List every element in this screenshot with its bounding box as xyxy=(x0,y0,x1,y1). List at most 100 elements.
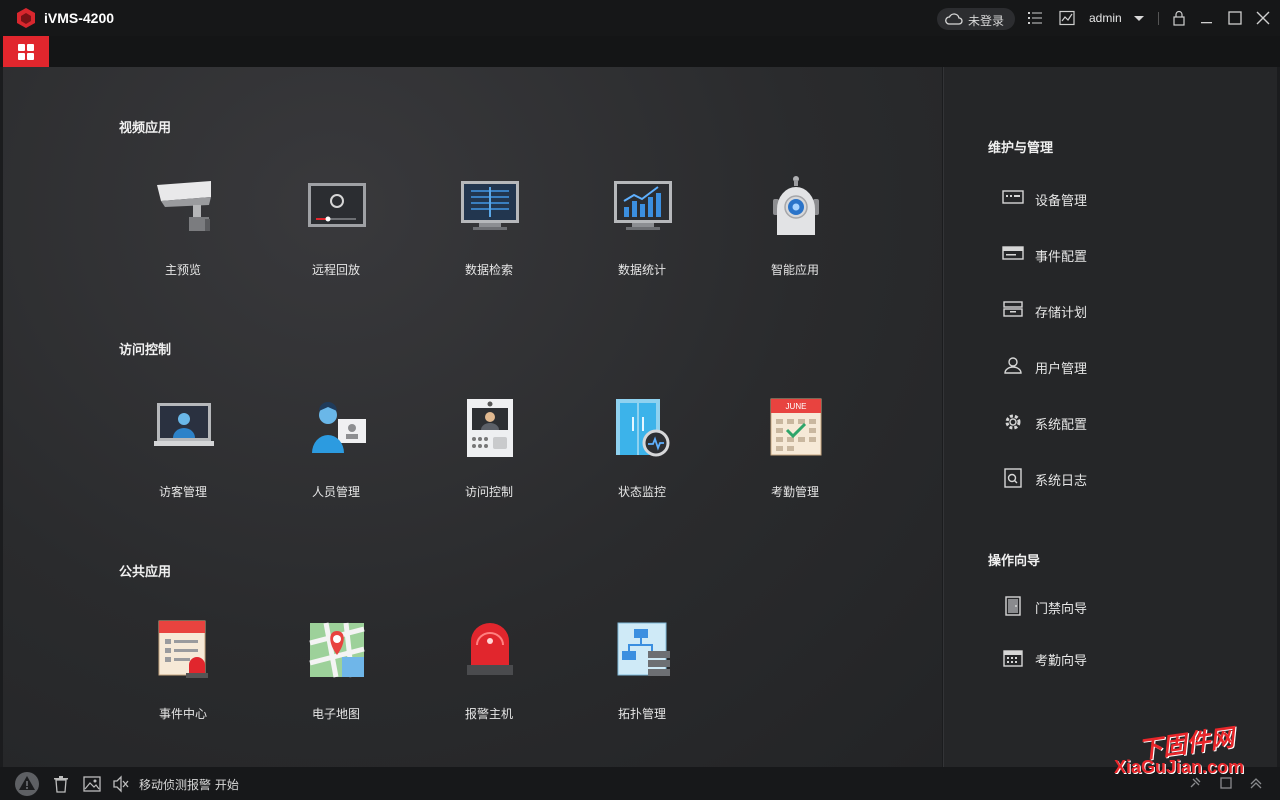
alarm-warning-icon[interactable] xyxy=(14,771,40,797)
tab-strip xyxy=(0,36,1280,67)
map-icon xyxy=(309,622,365,678)
alarm-light-icon xyxy=(467,623,513,675)
tile-status-monitoring[interactable]: 状态监控 xyxy=(582,397,702,507)
menu-system-config[interactable]: 系统配置 xyxy=(1002,410,1202,434)
lock-icon[interactable] xyxy=(1171,10,1187,26)
monitor-chart-icon[interactable] xyxy=(1059,10,1075,26)
door-intercom-icon xyxy=(467,399,513,457)
section-title-public: 公共应用 xyxy=(119,565,172,580)
close-icon[interactable] xyxy=(1255,10,1271,26)
camera-icon xyxy=(157,181,211,231)
cloud-status-label: 未登录 xyxy=(968,14,1005,28)
menu-label: 用户管理 xyxy=(1035,362,1088,377)
menu-label: 系统日志 xyxy=(1035,474,1088,489)
calendar-icon: JUNE xyxy=(770,398,822,456)
menu-door-guide[interactable]: 门禁向导 xyxy=(1002,594,1202,618)
robot-icon xyxy=(773,176,819,235)
grid-icon-cell xyxy=(27,53,34,60)
menu-label: 事件配置 xyxy=(1035,250,1088,265)
tile-label: 远程回放 xyxy=(311,263,360,277)
menu-event-config[interactable]: 事件配置 xyxy=(1002,242,1202,266)
guide-title: 操作向导 xyxy=(988,554,1041,569)
door-status-icon xyxy=(616,399,670,457)
status-message: 移动侦测报警 开始 xyxy=(139,778,239,792)
cloud-login-button[interactable]: 未登录 xyxy=(937,8,1015,30)
event-center-icon xyxy=(158,620,208,678)
tile-attendance[interactable]: JUNE 考勤管理 xyxy=(735,397,855,507)
watermark-en: XiaGuJian.com xyxy=(1114,757,1245,777)
tile-label: 数据统计 xyxy=(617,263,666,277)
grid-icon xyxy=(18,44,25,51)
maximize-icon[interactable] xyxy=(1227,10,1243,26)
playback-icon xyxy=(308,183,366,227)
menu-label: 系统配置 xyxy=(1035,418,1088,433)
event-config-icon xyxy=(1002,246,1024,260)
tile-label: 报警主机 xyxy=(464,707,513,721)
tile-label: 智能应用 xyxy=(770,263,819,277)
tile-personnel-management[interactable]: 人员管理 xyxy=(276,397,396,507)
tile-label: 人员管理 xyxy=(311,485,360,499)
home-tab[interactable] xyxy=(3,36,49,67)
tile-access-control[interactable]: 访问控制 xyxy=(429,397,549,507)
chevron-up-icon[interactable] xyxy=(1249,776,1263,790)
topology-icon xyxy=(617,622,670,676)
tile-label: 电子地图 xyxy=(311,707,360,721)
menu-label: 存储计划 xyxy=(1035,306,1088,321)
tile-label: 访客管理 xyxy=(158,485,207,499)
device-icon xyxy=(1002,190,1024,204)
menu-label: 门禁向导 xyxy=(1035,602,1088,617)
maintenance-title: 维护与管理 xyxy=(988,141,1054,156)
minimize-icon[interactable] xyxy=(1199,10,1215,26)
tile-e-map[interactable]: 电子地图 xyxy=(276,619,396,729)
tile-label: 访问控制 xyxy=(464,485,513,499)
divider xyxy=(1158,12,1159,25)
menu-attendance-guide[interactable]: 考勤向导 xyxy=(1002,646,1202,670)
trash-icon[interactable] xyxy=(53,775,69,793)
grid-icon-cell xyxy=(18,53,25,60)
menu-label: 考勤向导 xyxy=(1035,654,1088,669)
section-title-video: 视频应用 xyxy=(119,121,172,136)
tile-label: 数据检索 xyxy=(464,263,513,277)
tile-event-center[interactable]: 事件中心 xyxy=(123,619,243,729)
mute-icon[interactable] xyxy=(112,775,130,793)
gear-icon xyxy=(1005,414,1021,430)
chevron-down-icon[interactable] xyxy=(1134,16,1144,21)
menu-device-management[interactable]: 设备管理 xyxy=(1002,186,1202,210)
tile-main-preview[interactable]: 主预览 xyxy=(123,175,243,285)
image-icon[interactable] xyxy=(83,775,101,793)
search-monitor-icon xyxy=(461,181,519,230)
tile-data-search[interactable]: 数据检索 xyxy=(429,175,549,285)
person-card-icon xyxy=(312,402,366,453)
tile-label: 事件中心 xyxy=(158,707,207,721)
menu-user-management[interactable]: 用户管理 xyxy=(1002,354,1202,378)
tile-label: 拓扑管理 xyxy=(617,707,666,721)
pin-icon[interactable] xyxy=(1188,776,1202,790)
log-icon xyxy=(1004,468,1022,488)
menu-system-log[interactable]: 系统日志 xyxy=(1002,466,1202,490)
user-icon xyxy=(1004,357,1022,374)
visitor-icon xyxy=(154,403,214,446)
storage-icon xyxy=(1003,301,1023,317)
calendar-month: JUNE xyxy=(786,402,807,411)
door-guide-icon xyxy=(1005,596,1021,616)
restore-icon[interactable] xyxy=(1219,776,1233,790)
statistics-icon xyxy=(614,181,672,230)
menu-storage-schedule[interactable]: 存储计划 xyxy=(1002,298,1202,322)
section-title-access: 访问控制 xyxy=(119,343,172,358)
user-menu[interactable]: admin xyxy=(1089,11,1122,25)
tile-label: 考勤管理 xyxy=(770,485,819,499)
tile-smart-app[interactable]: 智能应用 xyxy=(735,175,855,285)
attendance-guide-icon xyxy=(1003,650,1023,667)
tile-alarm-host[interactable]: 报警主机 xyxy=(429,619,549,729)
tile-visitor-management[interactable]: 访客管理 xyxy=(123,397,243,507)
grid-icon-cell xyxy=(27,44,34,51)
hikvision-logo-icon xyxy=(17,8,35,28)
tile-remote-playback[interactable]: 远程回放 xyxy=(276,175,396,285)
menu-label: 设备管理 xyxy=(1035,194,1088,209)
tile-topology[interactable]: 拓扑管理 xyxy=(582,619,702,729)
tile-data-statistics[interactable]: 数据统计 xyxy=(582,175,702,285)
app-title: iVMS-4200 xyxy=(44,10,115,26)
title-bar xyxy=(0,0,1280,36)
tile-label: 主预览 xyxy=(164,263,201,277)
list-icon[interactable] xyxy=(1027,10,1043,26)
